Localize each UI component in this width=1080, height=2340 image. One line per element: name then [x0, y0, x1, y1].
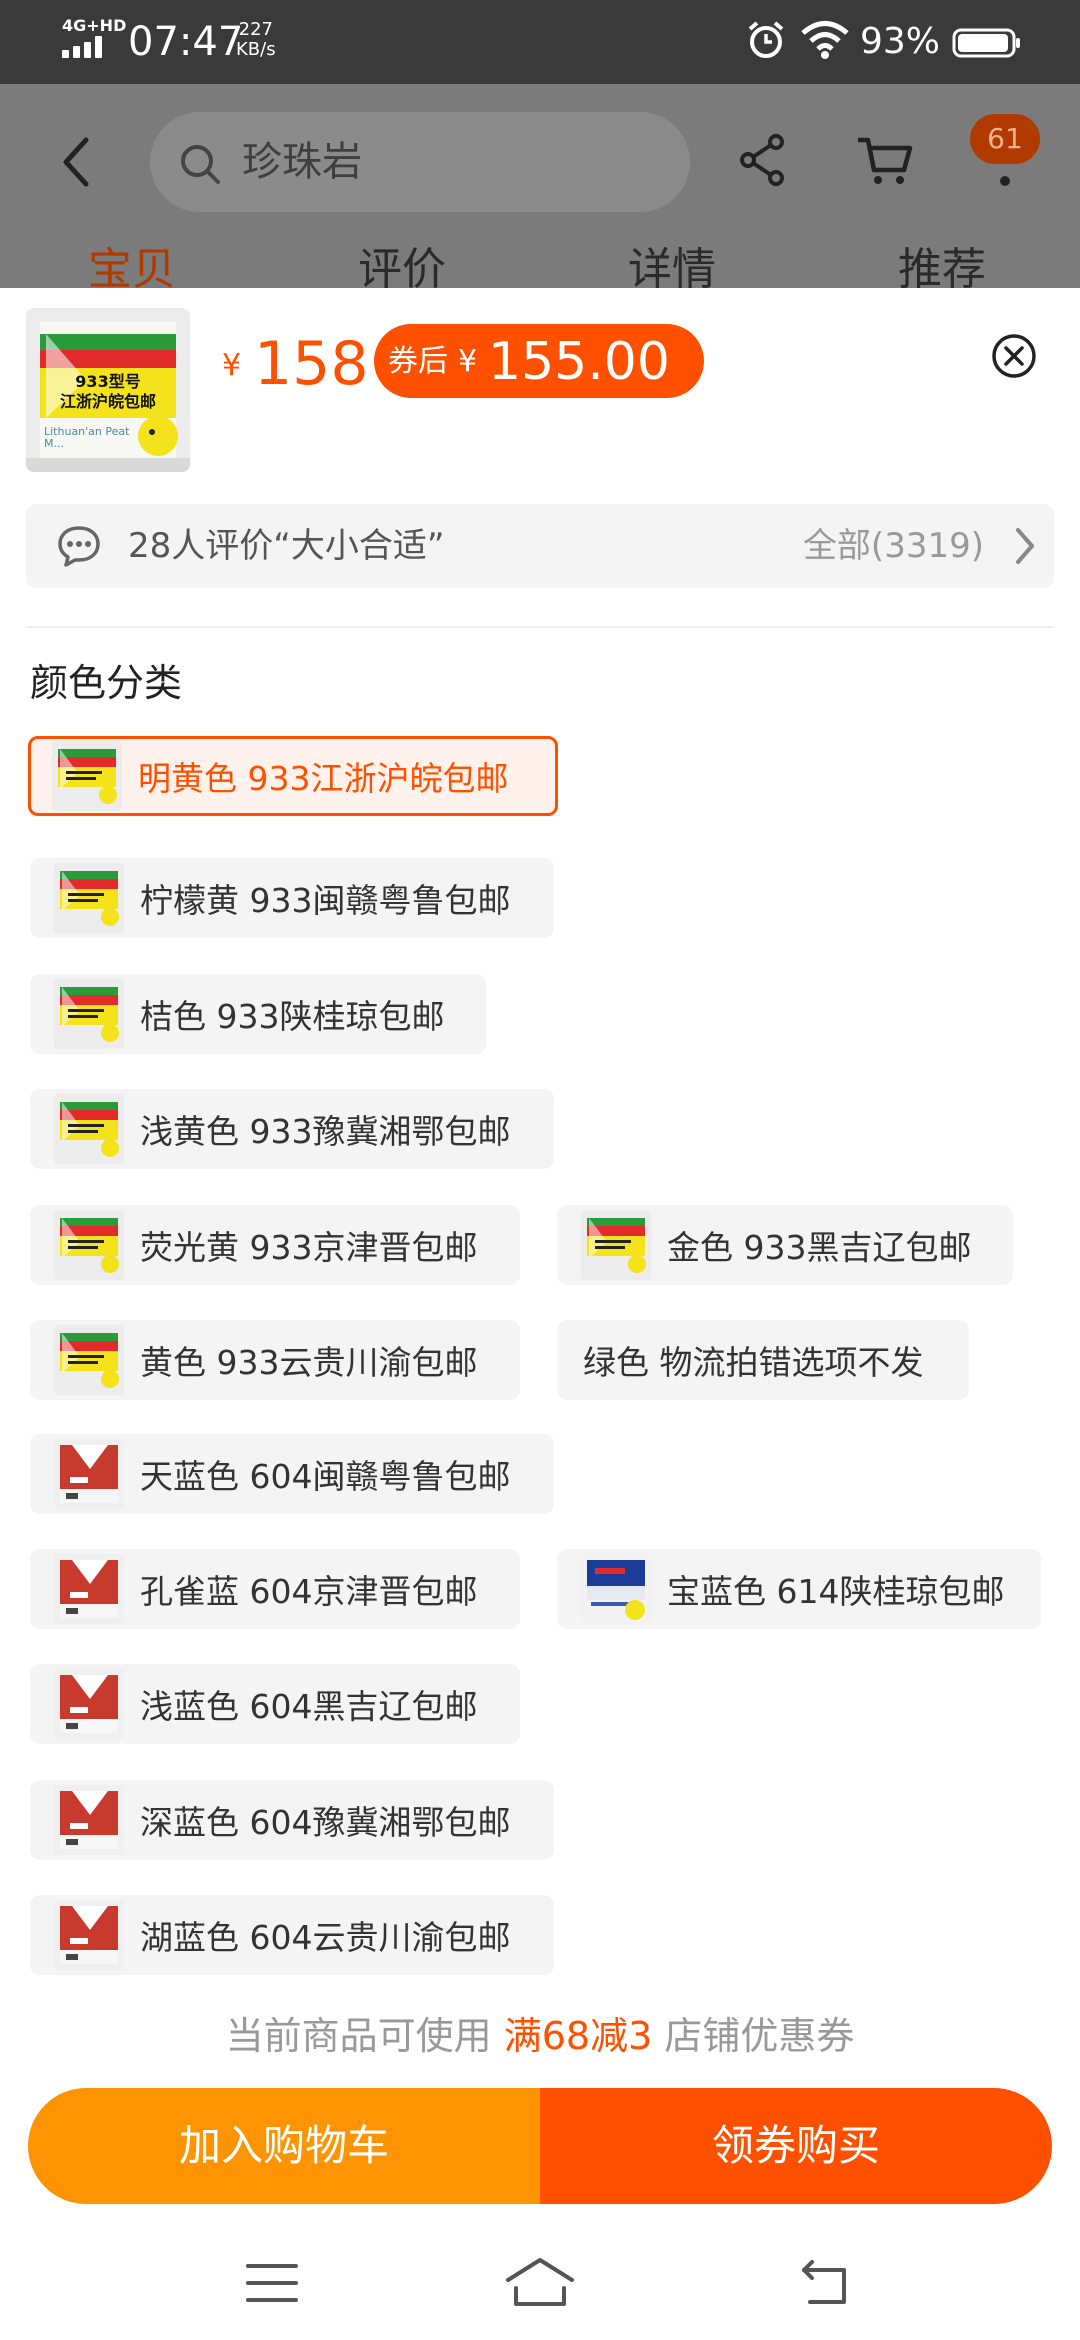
signal-icon [62, 36, 110, 58]
clock: 07:47 [128, 19, 244, 65]
color-option[interactable]: 金色 933黑吉辽包邮 [557, 1205, 1013, 1285]
option-thumbnail [52, 741, 122, 811]
search-icon [181, 145, 220, 184]
option-label: 金色 933黑吉辽包邮 [667, 1228, 972, 1267]
option-thumbnail [581, 1554, 651, 1624]
option-thumbnail [54, 1094, 124, 1164]
system-nav-bar [0, 2228, 1080, 2340]
option-label: 绿色 物流拍错选项不发 [583, 1343, 924, 1382]
coupon-label: 券后 [388, 344, 448, 379]
option-thumbnail [581, 1210, 651, 1280]
option-label: 浅蓝色 604黑吉辽包邮 [140, 1687, 478, 1726]
option-label: 荧光黄 933京津晋包邮 [140, 1228, 478, 1267]
option-thumbnail [54, 1325, 124, 1395]
option-label: 浅黄色 933豫冀湘鄂包邮 [140, 1112, 511, 1151]
review-summary-text: 28人评价“大小合适” [128, 526, 445, 566]
review-all-link[interactable]: 全部(3319) [803, 522, 984, 570]
option-thumbnail [54, 1210, 124, 1280]
menu-icon[interactable] [244, 2258, 300, 2308]
option-group-title: 颜色分类 [30, 661, 183, 705]
color-option[interactable]: 湖蓝色 604云贵川渝包邮 [30, 1895, 554, 1975]
product-image-text: 933型号 江浙沪皖包邮 [59, 372, 156, 411]
color-option[interactable]: 荧光黄 933京津晋包邮 [30, 1205, 520, 1285]
close-icon[interactable] [990, 332, 1038, 380]
color-option[interactable]: 黄色 933云贵川渝包邮 [30, 1320, 520, 1400]
color-option-selected[interactable]: 明黄色 933江浙沪皖包邮 [28, 736, 558, 816]
option-label: 深蓝色 604豫冀湘鄂包邮 [140, 1803, 511, 1842]
wifi-icon [801, 21, 849, 59]
chevron-right-icon [1016, 528, 1034, 564]
share-icon[interactable] [738, 132, 788, 188]
product-brand-text: Lithuan'an Peat M... [44, 425, 130, 450]
coupon-price: 155.00 [488, 332, 670, 392]
color-option[interactable]: 桔色 933陕桂琼包邮 [30, 974, 486, 1054]
network-speed: 227 KB/s [236, 19, 276, 60]
review-summary-bar[interactable]: 28人评价“大小合适” 全部(3319) [26, 504, 1054, 588]
option-thumbnail [54, 1785, 124, 1855]
option-label: 黄色 933云贵川渝包邮 [140, 1343, 478, 1382]
alarm-icon [748, 21, 784, 58]
coupon-currency: ¥ [458, 344, 478, 379]
cart-badge: 61 [970, 114, 1040, 164]
color-option[interactable]: 深蓝色 604豫冀湘鄂包邮 [30, 1780, 554, 1860]
color-option[interactable]: 孔雀蓝 604京津晋包邮 [30, 1549, 520, 1629]
option-thumbnail [54, 1669, 124, 1739]
chat-bubble-icon [58, 526, 100, 567]
option-label: 柠檬黄 933闽赣粤鲁包邮 [140, 881, 511, 920]
color-option[interactable]: 宝蓝色 614陕桂琼包邮 [557, 1549, 1041, 1629]
claim-coupon-buy-button[interactable]: 领券购买 [540, 2088, 1052, 2204]
search-bar[interactable]: 珍珠岩 [150, 112, 690, 212]
option-label: 桔色 933陕桂琼包邮 [140, 997, 445, 1036]
coupon-price-badge: 券后 ¥ 155.00 [374, 324, 704, 398]
add-to-cart-button[interactable]: 加入购物车 [28, 2088, 540, 2204]
color-option[interactable]: 绿色 物流拍错选项不发 [557, 1320, 969, 1400]
option-label: 宝蓝色 614陕桂琼包邮 [667, 1572, 1005, 1611]
color-option[interactable]: 柠檬黄 933闽赣粤鲁包邮 [30, 858, 554, 938]
home-icon[interactable] [502, 2254, 578, 2310]
color-option[interactable]: 浅蓝色 604黑吉辽包邮 [30, 1664, 520, 1744]
option-label: 天蓝色 604闽赣粤鲁包邮 [140, 1457, 511, 1496]
sku-selector-sheet: 933型号 江浙沪皖包邮 Lithuan'an Peat M... ¥ 158 … [0, 288, 1080, 2340]
option-thumbnail [54, 863, 124, 933]
color-option[interactable]: 天蓝色 604闽赣粤鲁包邮 [30, 1434, 554, 1514]
cart-icon[interactable] [854, 132, 914, 188]
purchase-buttons: 加入购物车 领券购买 [28, 2088, 1052, 2204]
price-currency: ¥ [222, 348, 242, 383]
back-arrow-icon[interactable] [56, 132, 96, 192]
network-type: 4G+HD [62, 16, 127, 35]
option-thumbnail [54, 979, 124, 1049]
more-icon[interactable]: 61 [970, 114, 1040, 194]
option-thumbnail [54, 1439, 124, 1509]
option-thumbnail [54, 1900, 124, 1970]
product-page-header: 珍珠岩 61 宝贝 评价 详情 推荐 [0, 84, 1080, 295]
price: 158 [254, 329, 369, 399]
search-placeholder: 珍珠岩 [242, 139, 362, 185]
option-label: 湖蓝色 604云贵川渝包邮 [140, 1918, 511, 1957]
option-label: 明黄色 933江浙沪皖包邮 [138, 759, 509, 798]
divider [26, 626, 1054, 628]
status-bar: 4G+HD 07:47 227 KB/s 93% [0, 0, 1080, 84]
battery-icon [952, 28, 1020, 58]
store-coupon-note: 当前商品可使用 满68减3 店铺优惠券 [225, 2014, 855, 2058]
battery-percent: 93% [860, 21, 941, 62]
product-image: 933型号 江浙沪皖包邮 Lithuan'an Peat M... [26, 308, 190, 472]
option-label: 孔雀蓝 604京津晋包邮 [140, 1572, 478, 1611]
color-option[interactable]: 浅黄色 933豫冀湘鄂包邮 [30, 1089, 554, 1169]
option-thumbnail [54, 1554, 124, 1624]
coupon-highlight: 满68减3 [503, 2014, 653, 2058]
return-icon[interactable] [796, 2258, 852, 2308]
